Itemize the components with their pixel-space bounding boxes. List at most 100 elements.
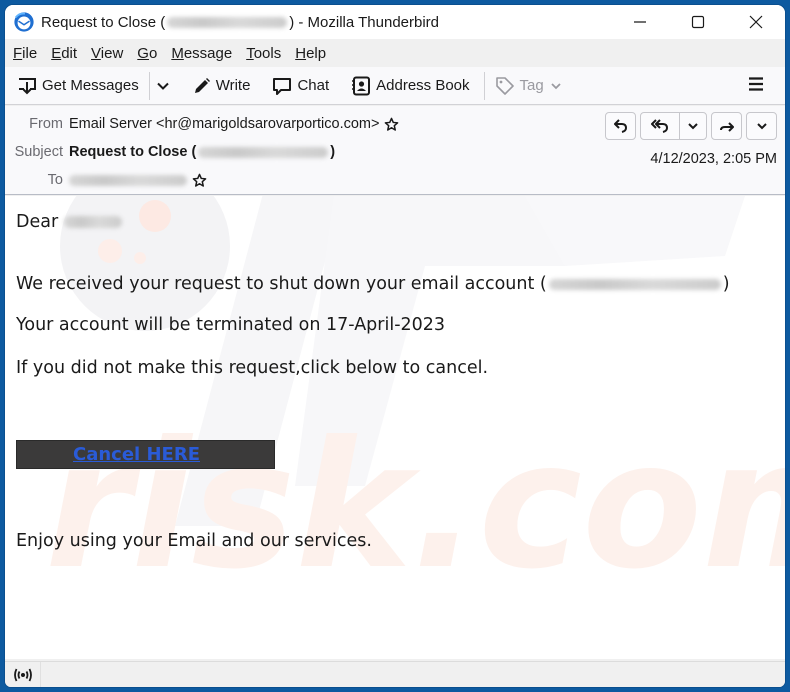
subject-suffix: ) <box>330 144 336 160</box>
subject-label: Subject <box>14 144 63 160</box>
menu-accel: F <box>13 44 23 62</box>
menu-go[interactable]: Go <box>137 45 157 62</box>
svg-text:risk.com: risk.com <box>45 405 785 608</box>
menu-accel: T <box>246 44 254 62</box>
online-status-button[interactable] <box>5 662 41 687</box>
redacted-email <box>548 278 721 290</box>
minimize-icon <box>634 21 646 23</box>
menu-help[interactable]: Help <box>295 45 326 62</box>
request-text: We received your request to shut down yo… <box>16 274 547 294</box>
maximize-button[interactable] <box>669 5 727 39</box>
menu-label: essage <box>183 44 233 62</box>
pencil-icon <box>194 77 210 93</box>
chevron-down-icon <box>157 82 169 90</box>
reply-all-dropdown[interactable] <box>679 113 706 139</box>
redacted-name <box>64 216 123 228</box>
menu-accel: G <box>137 44 149 62</box>
menu-label: ools <box>253 44 282 62</box>
tag-button[interactable]: Tag <box>491 71 571 101</box>
reply-all-button[interactable] <box>641 113 679 139</box>
to-value[interactable] <box>69 173 207 188</box>
menu-edit[interactable]: Edit <box>51 45 77 62</box>
subject-prefix: Request to Close ( <box>69 144 197 160</box>
chat-label: Chat <box>297 77 330 94</box>
subject-value: Request to Close ( ) <box>69 144 335 160</box>
thunderbird-logo-icon <box>14 12 34 32</box>
reply-all-split-button <box>640 112 707 140</box>
cancel-button-box[interactable]: Cancel HERE <box>16 440 275 469</box>
download-inbox-icon <box>19 77 36 94</box>
star-icon[interactable] <box>384 117 399 132</box>
subject-row: Subject Request to Close ( ) <box>5 144 336 160</box>
status-bar <box>5 661 785 687</box>
get-messages-dropdown[interactable] <box>156 71 181 101</box>
menu-bar: File Edit View Go Message Tools Help <box>5 39 785 67</box>
title-bar: Request to Close ( ) - Mozilla Thunderbi… <box>5 5 785 39</box>
get-messages-label: Get Messages <box>42 77 139 94</box>
more-actions-button[interactable] <box>746 112 777 140</box>
menu-accel: H <box>295 44 307 62</box>
main-toolbar: Get Messages Write Chat Address Book Tag <box>5 67 785 105</box>
menu-label: ile <box>22 44 38 62</box>
menu-accel: V <box>91 44 101 62</box>
redacted-email <box>198 146 329 158</box>
toolbar-separator <box>148 71 150 100</box>
write-button[interactable]: Write <box>189 71 255 101</box>
cancel-here-link[interactable]: Cancel HERE <box>73 444 200 465</box>
menu-label: iew <box>100 44 124 62</box>
tag-label: Tag <box>519 77 544 94</box>
message-body: risk.com Dear We received your request t… <box>5 196 785 659</box>
request-line: We received your request to shut down yo… <box>16 274 730 294</box>
menu-message[interactable]: Message <box>171 45 232 62</box>
close-icon <box>749 15 763 29</box>
get-messages-button[interactable]: Get Messages <box>13 71 143 101</box>
write-label: Write <box>215 77 251 94</box>
message-date: 4/12/2023, 2:05 PM <box>650 151 777 167</box>
menu-accel: M <box>171 44 184 62</box>
address-book-label: Address Book <box>376 77 470 94</box>
from-value[interactable]: Email Server <hr@marigoldsarovarportico.… <box>69 116 399 132</box>
reply-all-icon <box>651 119 668 133</box>
chevron-down-icon <box>688 123 698 130</box>
window-title-prefix: Request to Close ( <box>41 13 166 31</box>
redacted-email <box>167 16 288 28</box>
chevron-down-icon <box>551 82 561 89</box>
from-label: From <box>29 116 63 132</box>
chevron-down-icon <box>756 123 767 130</box>
tag-icon <box>495 76 514 95</box>
watermark-logo: risk.com <box>45 196 785 608</box>
address-book-icon <box>352 76 371 95</box>
connection-status-icon <box>13 668 32 681</box>
thunderbird-window: Request to Close ( ) - Mozilla Thunderbi… <box>5 5 785 687</box>
menu-label: elp <box>306 44 327 62</box>
menu-label: dit <box>61 44 78 62</box>
window-title: Request to Close ( ) - Mozilla Thunderbi… <box>41 14 439 31</box>
redacted-recipient <box>69 174 187 186</box>
minimize-button[interactable] <box>611 5 669 39</box>
menu-tools[interactable]: Tools <box>246 45 281 62</box>
reply-icon <box>613 119 627 133</box>
greeting-line: Dear <box>16 212 123 232</box>
message-header: From Email Server <hr@marigoldsarovarpor… <box>5 106 785 195</box>
closing-line: Enjoy using your Email and our services. <box>16 531 372 551</box>
chat-bubble-icon <box>273 77 292 95</box>
menu-view[interactable]: View <box>91 45 123 62</box>
termination-line: Your account will be terminated on 17-Ap… <box>16 315 446 335</box>
forward-icon <box>719 122 734 132</box>
close-button[interactable] <box>727 5 785 39</box>
maximize-icon <box>691 15 705 29</box>
toolbar-separator <box>483 71 485 100</box>
address-book-button[interactable]: Address Book <box>347 71 473 101</box>
chat-button[interactable]: Chat <box>268 71 333 101</box>
to-label: To <box>47 172 63 188</box>
request-suffix: ) <box>722 274 730 294</box>
sender-address[interactable]: Email Server <hr@marigoldsarovarportico.… <box>69 116 379 132</box>
menu-file[interactable]: File <box>13 45 37 62</box>
app-menu-button[interactable] <box>747 75 765 98</box>
cancel-instruction-line: If you did not make this request,click b… <box>16 358 489 378</box>
reply-button[interactable] <box>605 112 636 140</box>
greeting-text: Dear <box>16 212 59 232</box>
forward-button[interactable] <box>711 112 742 140</box>
star-icon[interactable] <box>192 173 207 188</box>
menu-label: o <box>148 44 158 62</box>
